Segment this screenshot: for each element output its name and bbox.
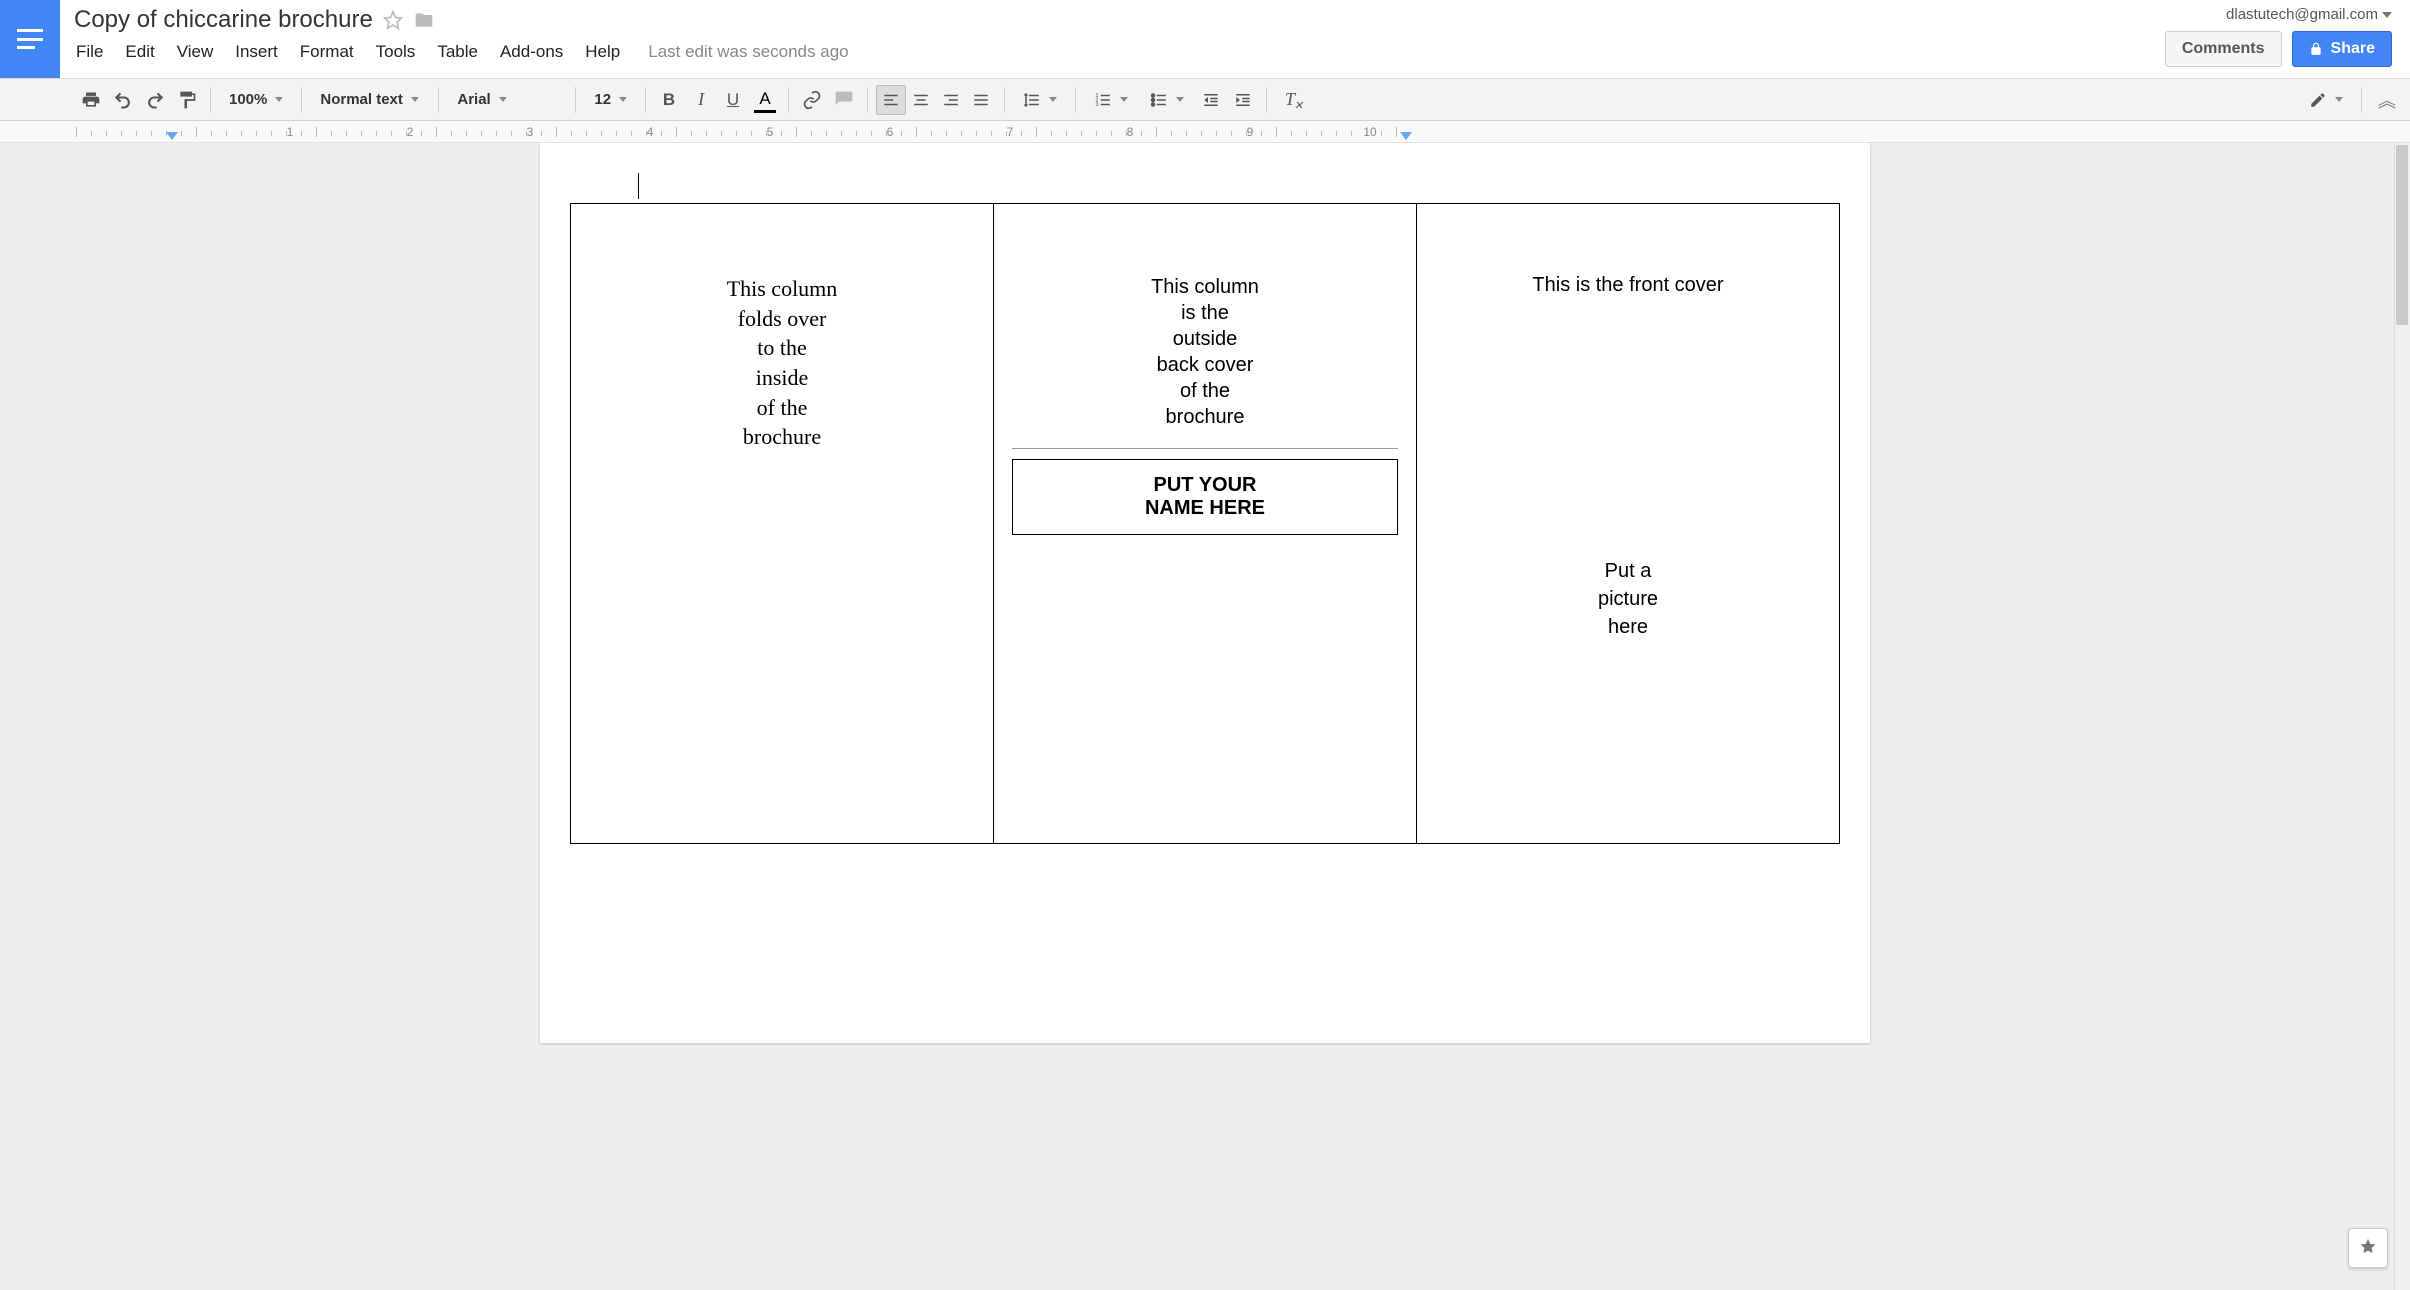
caret-down-icon: [1176, 97, 1184, 102]
brochure-col-2[interactable]: This columnis theoutsideback coverof the…: [994, 204, 1417, 844]
menu-edit[interactable]: Edit: [125, 42, 154, 62]
bulleted-list-button[interactable]: [1140, 85, 1194, 115]
ruler-number: 2: [407, 125, 414, 139]
font-combo[interactable]: Arial: [447, 85, 567, 115]
comments-label: Comments: [2182, 40, 2265, 58]
caret-down-icon: [411, 97, 419, 102]
ruler-number: 8: [1127, 125, 1134, 139]
lock-icon: [2309, 41, 2323, 57]
increase-indent-button[interactable]: [1228, 85, 1258, 115]
menu-insert[interactable]: Insert: [235, 42, 278, 62]
picture-placeholder[interactable]: Put apicturehere: [1435, 557, 1821, 641]
text-color-button[interactable]: A: [750, 85, 780, 115]
ruler-number: 7: [1007, 125, 1014, 139]
titlebar: Copy of chiccarine brochure File Edit Vi…: [0, 0, 2410, 79]
collapse-toolbar-button[interactable]: ︽: [2370, 85, 2400, 115]
caret-down-icon: [2335, 97, 2343, 102]
align-left-button[interactable]: [876, 85, 906, 115]
menu-format[interactable]: Format: [300, 42, 354, 62]
zoom-value: 100%: [229, 91, 267, 108]
insert-comment-button[interactable]: [829, 85, 859, 115]
horizontal-ruler[interactable]: 1 2 3 4 5 6 7 8 9 10: [0, 121, 2410, 143]
font-size-combo[interactable]: 12: [584, 85, 637, 115]
line-spacing-button[interactable]: [1013, 85, 1067, 115]
menu-view[interactable]: View: [177, 42, 214, 62]
col1-text[interactable]: This columnfolds overto theinsideof theb…: [589, 274, 975, 452]
italic-button[interactable]: I: [686, 85, 716, 115]
account-menu[interactable]: dlastutech@gmail.com: [2226, 6, 2392, 23]
divider: [1012, 448, 1398, 449]
zoom-combo[interactable]: 100%: [219, 85, 293, 115]
right-indent-marker[interactable]: [1400, 132, 1412, 140]
col3-title[interactable]: This is the front cover: [1435, 274, 1821, 297]
caret-down-icon: [2382, 12, 2392, 18]
caret-down-icon: [1120, 97, 1128, 102]
menu-tools[interactable]: Tools: [376, 42, 416, 62]
name-placeholder-box[interactable]: PUT YOURNAME HERE: [1012, 459, 1398, 535]
clear-formatting-button[interactable]: T✕: [1275, 85, 1305, 115]
ruler-number: 9: [1247, 125, 1254, 139]
toolbar: 100% Normal text Arial 12 B I U A 123: [0, 79, 2410, 121]
share-button[interactable]: Share: [2292, 31, 2392, 67]
title-area: Copy of chiccarine brochure File Edit Vi…: [60, 0, 2165, 78]
left-indent-marker[interactable]: [166, 132, 178, 140]
explore-button[interactable]: [2348, 1228, 2388, 1268]
undo-button[interactable]: [108, 85, 138, 115]
menubar: File Edit View Insert Format Tools Table…: [74, 34, 2153, 72]
share-label: Share: [2331, 40, 2375, 58]
style-value: Normal text: [320, 91, 403, 108]
print-button[interactable]: [76, 85, 106, 115]
brochure-col-3[interactable]: This is the front cover Put apicturehere: [1417, 204, 1840, 844]
document-canvas[interactable]: This columnfolds overto theinsideof theb…: [0, 143, 2410, 1290]
text-cursor: [638, 173, 639, 199]
ruler-number: 4: [647, 125, 654, 139]
caret-down-icon: [275, 97, 283, 102]
underline-button[interactable]: U: [718, 85, 748, 115]
paragraph-style-combo[interactable]: Normal text: [310, 85, 430, 115]
paint-format-button[interactable]: [172, 85, 202, 115]
last-edit-text: Last edit was seconds ago: [648, 42, 848, 62]
vertical-scrollbar[interactable]: [2394, 143, 2410, 1290]
docs-logo[interactable]: [0, 0, 60, 78]
editing-mode-button[interactable]: [2299, 85, 2353, 115]
star-icon[interactable]: [383, 10, 403, 30]
bold-button[interactable]: B: [654, 85, 684, 115]
menu-help[interactable]: Help: [585, 42, 620, 62]
document-title[interactable]: Copy of chiccarine brochure: [74, 6, 373, 34]
page[interactable]: This columnfolds overto theinsideof theb…: [540, 143, 1870, 1043]
brochure-col-1[interactable]: This columnfolds overto theinsideof theb…: [571, 204, 994, 844]
svg-text:3: 3: [1096, 102, 1099, 108]
ruler-number: 10: [1363, 125, 1376, 139]
caret-down-icon: [1049, 97, 1057, 102]
docs-logo-icon: [17, 29, 43, 49]
decrease-indent-button[interactable]: [1196, 85, 1226, 115]
col2-text[interactable]: This columnis theoutsideback coverof the…: [1012, 274, 1398, 430]
menu-file[interactable]: File: [76, 42, 103, 62]
menu-addons[interactable]: Add-ons: [500, 42, 563, 62]
table-row: This columnfolds overto theinsideof theb…: [571, 204, 1840, 844]
font-value: Arial: [457, 91, 490, 108]
ruler-number: 1: [287, 125, 294, 139]
caret-down-icon: [499, 97, 507, 102]
ruler-number: 5: [767, 125, 774, 139]
insert-link-button[interactable]: [797, 85, 827, 115]
size-value: 12: [594, 91, 611, 108]
menu-table[interactable]: Table: [437, 42, 478, 62]
redo-button[interactable]: [140, 85, 170, 115]
ruler-number: 6: [887, 125, 894, 139]
scrollbar-thumb[interactable]: [2396, 145, 2408, 325]
caret-down-icon: [619, 97, 627, 102]
align-right-button[interactable]: [936, 85, 966, 115]
align-justify-button[interactable]: [966, 85, 996, 115]
align-center-button[interactable]: [906, 85, 936, 115]
comments-button[interactable]: Comments: [2165, 31, 2282, 67]
ruler-number: 3: [527, 125, 534, 139]
numbered-list-button[interactable]: 123: [1084, 85, 1138, 115]
brochure-table[interactable]: This columnfolds overto theinsideof theb…: [570, 203, 1840, 844]
folder-icon[interactable]: [413, 10, 435, 30]
top-right: dlastutech@gmail.com Comments Share: [2165, 0, 2410, 78]
account-email: dlastutech@gmail.com: [2226, 6, 2378, 23]
